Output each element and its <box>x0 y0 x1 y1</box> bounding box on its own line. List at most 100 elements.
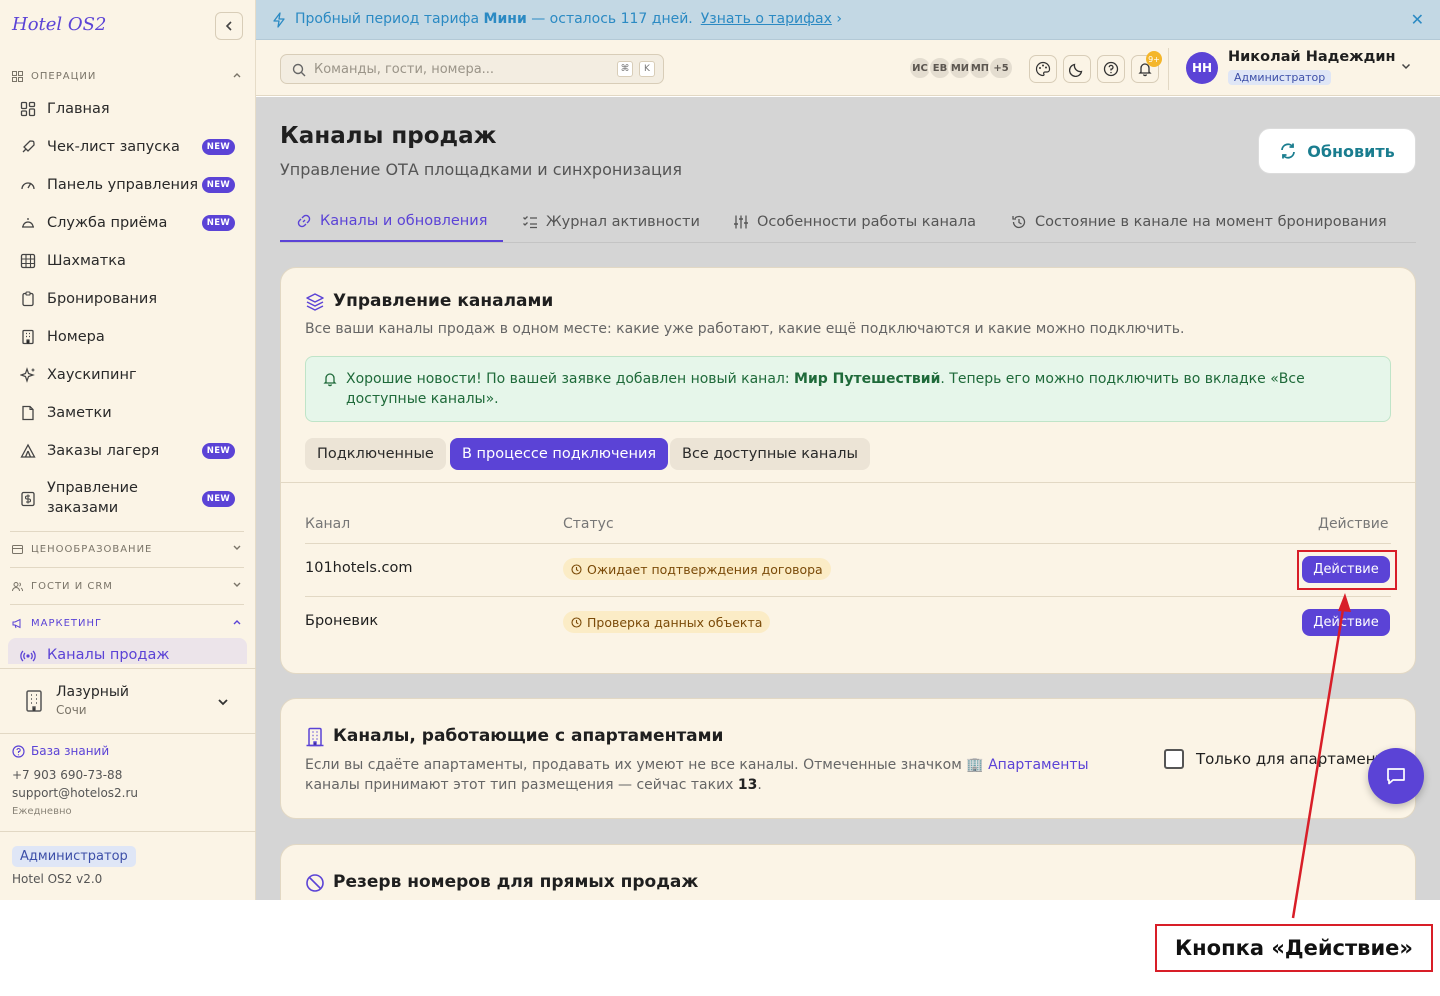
apartments-desc-end: . <box>757 777 762 793</box>
support-email[interactable]: support@hotelos2.ru <box>12 786 138 800</box>
sidebar-item-sales-channels[interactable]: Каналы продаж <box>8 638 247 664</box>
user-avatar[interactable]: НН <box>1186 52 1218 84</box>
clipboard-icon <box>22 291 34 307</box>
sparkles-icon <box>20 367 35 383</box>
checkbox[interactable] <box>1164 749 1184 769</box>
more-users-avatar[interactable]: +5 <box>988 56 1014 80</box>
only-apartments-checkbox[interactable]: Только для апартаментов <box>1164 749 1402 769</box>
building-icon <box>306 727 324 747</box>
tab-channel-state-history[interactable]: Состояние в канале на момент бронировани… <box>1011 202 1387 242</box>
filter-connected-button[interactable]: Подключенные <box>305 438 446 470</box>
sidebar-item-order-management[interactable]: Управление заказами NEW <box>8 470 247 528</box>
grid-icon <box>20 101 36 117</box>
theme-palette-button[interactable] <box>1029 55 1057 83</box>
apartments-desc-before: Если вы сдаёте апартаменты, продавать их… <box>305 757 989 773</box>
tab-activity-log[interactable]: Журнал активности <box>522 202 700 242</box>
sidebar-item-label: Управление <box>47 480 138 496</box>
hotel-selector[interactable]: Лазурный Сочи <box>0 668 256 734</box>
building-icon <box>22 329 34 345</box>
users-icon <box>12 581 23 591</box>
help-circle-icon <box>12 744 25 758</box>
sidebar-item-camp-orders[interactable]: Заказы лагеря NEW <box>8 432 247 470</box>
refresh-label: Обновить <box>1307 141 1395 161</box>
section-pricing[interactable]: ЦЕНООБРАЗОВАНИЕ <box>12 539 244 559</box>
sidebar-item-label: Хаускипинг <box>47 367 137 383</box>
search-input[interactable]: Команды, гости, номера... ⌘ K <box>280 54 664 84</box>
list-check-icon <box>523 216 537 229</box>
tabs: Каналы и обновления Журнал активности Ос… <box>280 202 1416 243</box>
refresh-button[interactable]: Обновить <box>1258 128 1416 174</box>
chat-button[interactable] <box>1368 748 1424 804</box>
sidebar-item-home[interactable]: Главная <box>8 90 247 128</box>
section-guests[interactable]: ГОСТИ И CRM <box>12 576 244 596</box>
dollar-icon <box>21 491 35 507</box>
divider <box>281 482 1415 483</box>
apartments-count: 13 <box>737 777 758 793</box>
chevron-down-icon[interactable] <box>1400 60 1412 72</box>
sidebar-item-label: Заметки <box>47 405 112 421</box>
building-icon <box>26 690 42 712</box>
sliders-icon <box>734 215 748 229</box>
sidebar-item-notes[interactable]: Заметки <box>8 394 247 432</box>
sidebar-item-label: Чек-лист запуска <box>47 139 180 155</box>
tab-label: Состояние в канале на момент бронировани… <box>1035 214 1387 230</box>
filter-in-progress-button[interactable]: В процессе подключения <box>450 438 669 470</box>
card-description: Все ваши каналы продаж в одном месте: ка… <box>305 321 1185 337</box>
status-badge: Проверка данных объекта <box>563 611 771 633</box>
sidebar-item-chessboard[interactable]: Шахматка <box>8 242 247 280</box>
close-banner-button[interactable]: ✕ <box>1411 10 1424 29</box>
action-button[interactable]: Действие <box>1302 609 1390 636</box>
user-name[interactable]: Николай Надеждин <box>1228 49 1396 65</box>
new-badge: NEW <box>201 139 235 155</box>
rocket-icon <box>22 140 35 153</box>
tab-channel-features[interactable]: Особенности работы канала <box>733 202 976 242</box>
section-marketing[interactable]: МАРКЕТИНГ <box>12 613 244 633</box>
ban-icon <box>306 874 324 892</box>
help-button[interactable] <box>1097 55 1125 83</box>
search-icon <box>292 63 306 77</box>
section-label: ОПЕРАЦИИ <box>31 70 97 82</box>
brand-logo[interactable]: Hotel OS2 <box>12 14 106 35</box>
hotel-name: Лазурный <box>56 684 130 700</box>
support-schedule: Ежедневно <box>12 806 72 817</box>
sidebar-item-front-desk[interactable]: Служба приёма NEW <box>8 204 247 242</box>
trial-banner-text: Пробный период тарифа Мини — осталось 11… <box>295 11 842 27</box>
refresh-icon <box>1281 143 1296 159</box>
clock-icon <box>571 616 582 628</box>
sidebar-item-label: Номера <box>47 329 105 345</box>
tab-label: Особенности работы канала <box>757 214 976 230</box>
knowledge-base-label: База знаний <box>31 744 110 758</box>
history-icon <box>1012 215 1026 229</box>
apartments-tag-link[interactable]: Апартаменты <box>988 757 1088 773</box>
section-label: ЦЕНООБРАЗОВАНИЕ <box>31 543 153 555</box>
chevron-left-icon <box>225 21 232 31</box>
sidebar-item-bookings[interactable]: Бронирования <box>8 280 247 318</box>
card-title: Каналы, работающие с апартаментами <box>333 726 724 746</box>
pricing-link[interactable]: Узнать о тарифах <box>701 11 832 27</box>
support-phone[interactable]: +7 903 690-73-88 <box>12 768 122 782</box>
sidebar-item-dashboard[interactable]: Панель управления NEW <box>8 166 247 204</box>
knowledge-base-link[interactable]: База знаний <box>12 744 109 758</box>
layout-icon <box>12 70 23 82</box>
bell-icon <box>323 373 337 387</box>
section-operations[interactable]: ОПЕРАЦИИ <box>12 66 244 86</box>
tab-channels-updates[interactable]: Каналы и обновления <box>280 202 504 242</box>
palette-icon <box>1035 61 1051 77</box>
chevron-down-icon <box>218 699 228 706</box>
sidebar-item-label: Каналы продаж <box>47 647 170 663</box>
dark-mode-button[interactable] <box>1063 55 1091 83</box>
card-description: Если вы сдаёте апартаменты, продавать их… <box>305 755 1125 795</box>
sidebar-item-label: Панель управления <box>47 177 199 193</box>
sidebar-item-checklist[interactable]: Чек-лист запуска NEW <box>8 128 247 166</box>
new-badge: NEW <box>201 443 235 459</box>
filter-all-available-button[interactable]: Все доступные каналы <box>670 438 871 470</box>
sidebar-item-housekeeping[interactable]: Хаускипинг <box>8 356 247 394</box>
channel-management-card: Управление каналами Все ваши каналы прод… <box>280 267 1416 674</box>
news-alert: Хорошие новости! По вашей заявке добавле… <box>305 356 1391 422</box>
divider <box>305 596 1391 597</box>
collapse-sidebar-button[interactable] <box>215 12 243 40</box>
sidebar-item-rooms[interactable]: Номера <box>8 318 247 356</box>
table-icon <box>20 253 36 269</box>
column-header-channel: Канал <box>305 516 351 532</box>
news-text-before: Хорошие новости! По вашей заявке добавле… <box>346 371 795 387</box>
